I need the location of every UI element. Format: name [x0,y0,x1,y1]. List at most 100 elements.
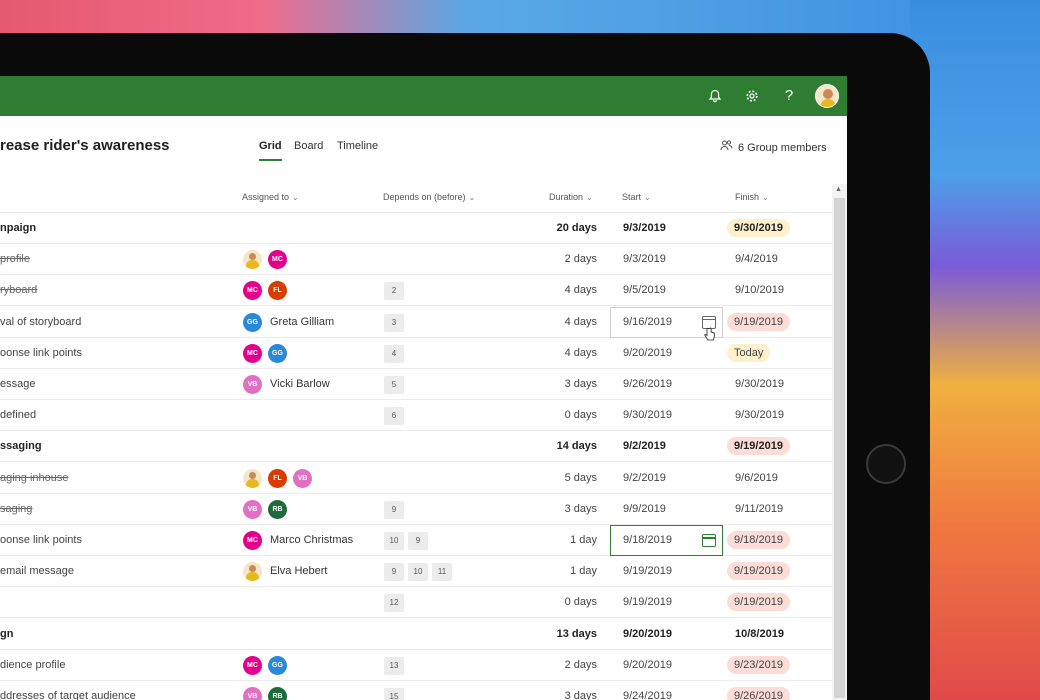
bucket-row[interactable]: gn 13 days 9/20/2019 10/8/2019 [0,619,832,650]
start-date-editor[interactable]: 9/18/2019 [610,525,723,556]
finish-date-badge[interactable]: Today [727,343,771,362]
calendar-icon[interactable] [702,534,716,547]
start-date[interactable]: 9/20/2019 [623,628,672,640]
finish-date[interactable]: 9/6/2019 [735,472,778,484]
dependency-chip[interactable]: 9 [384,500,404,519]
start-date[interactable]: 9/16/2019 [623,316,672,328]
task-row[interactable]: aging inhouse FL VB 5 days 9/2/2019 9/6/2019 [0,463,832,494]
dependency-chip[interactable]: 4 [384,344,404,363]
start-date[interactable]: 9/30/2019 [623,409,672,421]
assignee-avatar[interactable]: MC [268,250,287,270]
task-row[interactable]: ddresses of target audience VB RB 15 3 days 9… [0,681,832,700]
assignee-avatar[interactable]: MC [243,281,262,301]
assignee-avatar[interactable]: GG [243,312,262,332]
task-name[interactable]: oonse link points [0,347,82,359]
finish-date[interactable]: 9/10/2019 [735,284,784,296]
start-date[interactable]: 9/5/2019 [623,284,666,296]
start-date[interactable]: 9/19/2019 [623,565,672,577]
assignee-avatar-photo[interactable] [243,250,262,270]
column-header-assigned[interactable]: Assigned to ⌄ [242,192,299,202]
column-header-duration[interactable]: Duration ⌄ [549,192,593,202]
assignee-avatar-photo[interactable] [243,562,262,582]
finish-date-badge[interactable]: 9/19/2019 [727,593,790,612]
duration-cell[interactable]: 0 days [565,596,597,608]
assignee-avatar[interactable]: MC [243,531,262,550]
duration-cell[interactable]: 3 days [565,503,597,515]
dependency-chip[interactable]: 2 [384,282,404,301]
task-name[interactable]: profile [0,253,30,265]
help-icon[interactable]: ? [779,86,799,106]
assignee-avatar[interactable]: FL [268,468,287,488]
assignee-avatar[interactable]: FL [268,281,287,301]
duration-cell[interactable]: 4 days [565,284,597,296]
duration-cell[interactable]: 2 days [565,659,597,671]
duration-cell[interactable]: 1 day [570,565,597,577]
tab-grid[interactable]: Grid [259,140,282,161]
assignee-avatar[interactable]: GG [268,655,287,675]
bucket-row[interactable]: ssaging 14 days 9/2/2019 9/19/2019 [0,431,832,463]
duration-cell[interactable]: 3 days [565,378,597,390]
dependency-chip[interactable]: 11 [432,563,452,582]
finish-date-badge[interactable]: 9/18/2019 [727,531,790,549]
task-name[interactable]: email message [0,565,74,577]
duration-cell[interactable]: 20 days [557,222,597,234]
group-members-button[interactable]: 6 Group members [720,140,827,154]
dependency-chip[interactable]: 10 [384,532,404,550]
task-name[interactable]: npaign [0,222,36,234]
assignee-avatar-photo[interactable] [243,468,262,488]
start-date[interactable]: 9/20/2019 [623,347,672,359]
gear-icon[interactable] [742,86,762,106]
assignee-avatar[interactable]: VB [293,468,312,488]
assignee-avatar[interactable]: GG [268,343,287,363]
dependency-chip[interactable]: 10 [408,563,428,582]
finish-date[interactable]: 9/11/2019 [735,503,783,515]
start-date[interactable]: 9/20/2019 [623,659,672,671]
assignee-avatar[interactable]: VB [243,687,262,700]
finish-date[interactable]: 9/30/2019 [735,409,784,421]
task-name[interactable]: dience profile [0,659,65,671]
task-row[interactable]: essage VB Vicki Barlow 5 3 days 9/26/2019 9/30… [0,369,832,400]
duration-cell[interactable]: 4 days [565,347,597,359]
dependency-chip[interactable]: 15 [384,688,404,700]
start-date[interactable]: 9/26/2019 [623,378,672,390]
user-avatar[interactable] [815,84,839,108]
dependency-chip[interactable]: 9 [384,563,404,582]
column-header-finish[interactable]: Finish ⌄ [735,192,769,202]
start-date[interactable]: 9/2/2019 [623,472,666,484]
start-date[interactable]: 9/24/2019 [623,690,672,700]
start-date[interactable]: 9/9/2019 [623,503,666,515]
task-name[interactable]: essage [0,378,35,390]
tab-board[interactable]: Board [294,140,323,152]
task-name[interactable]: saging [0,503,32,515]
duration-cell[interactable]: 5 days [565,472,597,484]
task-name[interactable]: val of storyboard [0,316,81,328]
finish-date-badge[interactable]: 9/19/2019 [727,437,790,456]
column-header-start[interactable]: Start ⌄ [622,192,651,202]
dependency-chip[interactable]: 5 [384,376,404,394]
duration-cell[interactable]: 0 days [565,409,597,421]
task-name[interactable]: ddresses of target audience [0,690,136,700]
scroll-up-icon[interactable]: ▲ [835,186,842,193]
assignee-avatar[interactable]: VB [243,375,262,394]
finish-date-badge[interactable]: 9/19/2019 [727,312,790,331]
task-row[interactable]: oonse link points MC Marco Christmas 10 9 1 d… [0,525,832,556]
assignee-avatar[interactable]: RB [268,687,287,700]
bucket-row[interactable]: npaign 20 days 9/3/2019 9/30/2019 [0,213,832,244]
duration-cell[interactable]: 13 days [557,628,597,640]
task-name[interactable]: defined [0,409,36,421]
start-date[interactable]: 9/18/2019 [623,534,672,546]
duration-cell[interactable]: 14 days [557,440,597,452]
finish-date-badge[interactable]: 9/26/2019 [727,687,790,700]
dependency-chip[interactable]: 13 [384,656,404,675]
tablet-home-button[interactable] [866,444,906,484]
start-date[interactable]: 9/19/2019 [623,596,672,608]
duration-cell[interactable]: 3 days [565,690,597,700]
duration-cell[interactable]: 1 day [570,534,597,546]
assignee-avatar[interactable]: VB [243,499,262,519]
start-date[interactable]: 9/2/2019 [623,440,666,452]
scrollbar-thumb[interactable] [834,198,845,698]
finish-date[interactable]: 10/8/2019 [735,628,784,640]
duration-cell[interactable]: 4 days [565,316,597,328]
task-row[interactable]: defined 6 0 days 9/30/2019 9/30/2019 [0,400,832,432]
finish-date-badge[interactable]: 9/23/2019 [727,655,790,674]
